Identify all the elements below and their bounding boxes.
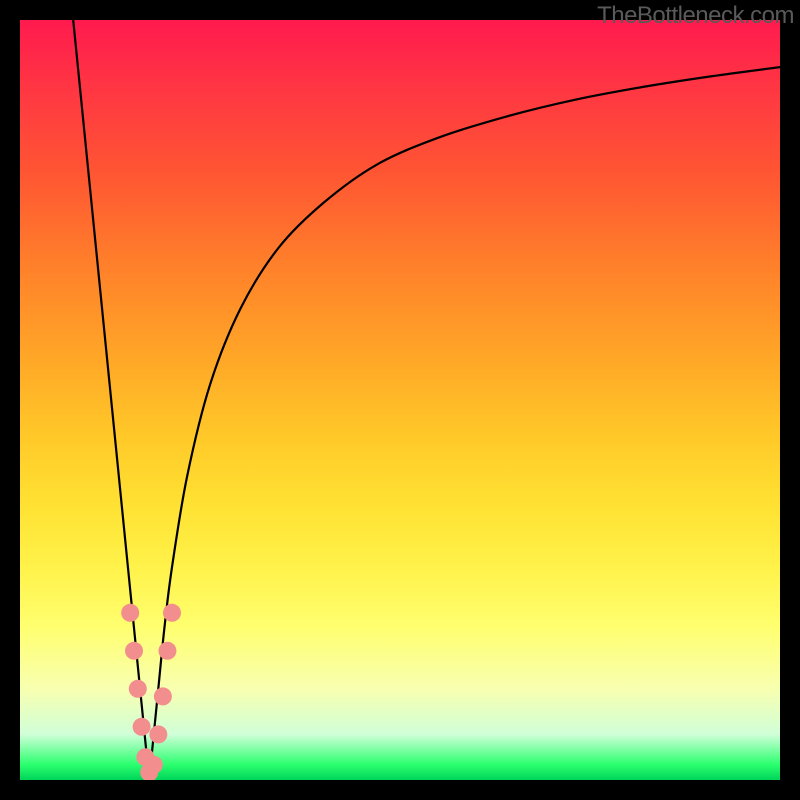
bottleneck-curve-left <box>73 20 149 780</box>
data-marker <box>154 687 172 705</box>
data-marker <box>145 756 163 774</box>
data-marker <box>129 680 147 698</box>
bottleneck-curve-right <box>149 67 780 780</box>
data-markers <box>121 604 181 780</box>
chart-container: TheBottleneck.com <box>0 0 800 800</box>
data-marker <box>121 604 139 622</box>
data-marker <box>158 642 176 660</box>
data-marker <box>149 725 167 743</box>
data-marker <box>133 718 151 736</box>
data-marker <box>125 642 143 660</box>
plot-area <box>20 20 780 780</box>
curves-layer <box>20 20 780 780</box>
watermark-text: TheBottleneck.com <box>597 2 794 30</box>
data-marker <box>163 604 181 622</box>
